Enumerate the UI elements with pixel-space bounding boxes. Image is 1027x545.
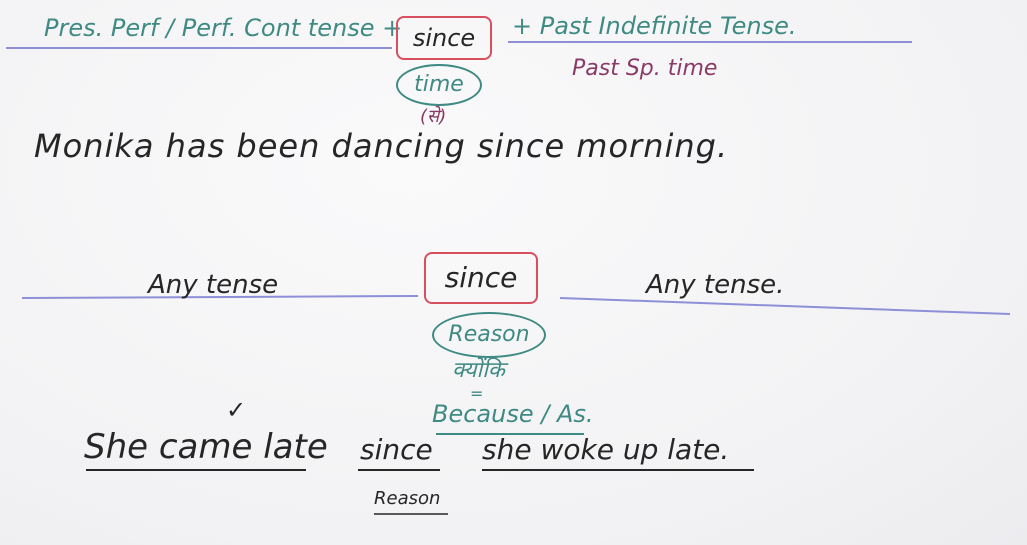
rule1-tag-oval: time bbox=[396, 64, 482, 106]
rule2-hindi-text: क्योंकि bbox=[452, 358, 505, 383]
rule2-right-text: Any tense. bbox=[646, 270, 785, 300]
example2-connector: since bbox=[360, 433, 433, 466]
rule1-connector-box: since bbox=[396, 16, 492, 60]
rule2-tag-oval: Reason bbox=[432, 312, 546, 358]
rule1-connector-text: since bbox=[412, 24, 476, 52]
rule2-tag-text: Reason bbox=[448, 322, 530, 347]
rule2-right-line bbox=[559, 297, 1011, 315]
example2-clause1: She came late bbox=[84, 427, 328, 467]
rule1-right-text: + Past Indefinite Tense. bbox=[512, 12, 797, 40]
rule1-hindi-text: (से) bbox=[420, 106, 447, 127]
example2-note: Reason bbox=[374, 488, 441, 509]
rule1-right-note: Past Sp. time bbox=[572, 56, 718, 81]
rule2-left-text: Any tense bbox=[148, 270, 279, 300]
example2-clause2: she woke up late. bbox=[482, 433, 730, 466]
example1-sentence: Monika has been dancing since morning. bbox=[34, 127, 729, 165]
rule2-connector-box: since bbox=[424, 252, 538, 304]
rule2-connector-text: since bbox=[444, 261, 518, 294]
rule1-tag-text: time bbox=[414, 72, 464, 97]
rule1-left-text: Pres. Perf / Perf. Cont tense + bbox=[44, 14, 403, 42]
example2-tick-icon: ✓ bbox=[226, 396, 247, 424]
rule2-meaning-text: Because / As. bbox=[432, 400, 594, 428]
